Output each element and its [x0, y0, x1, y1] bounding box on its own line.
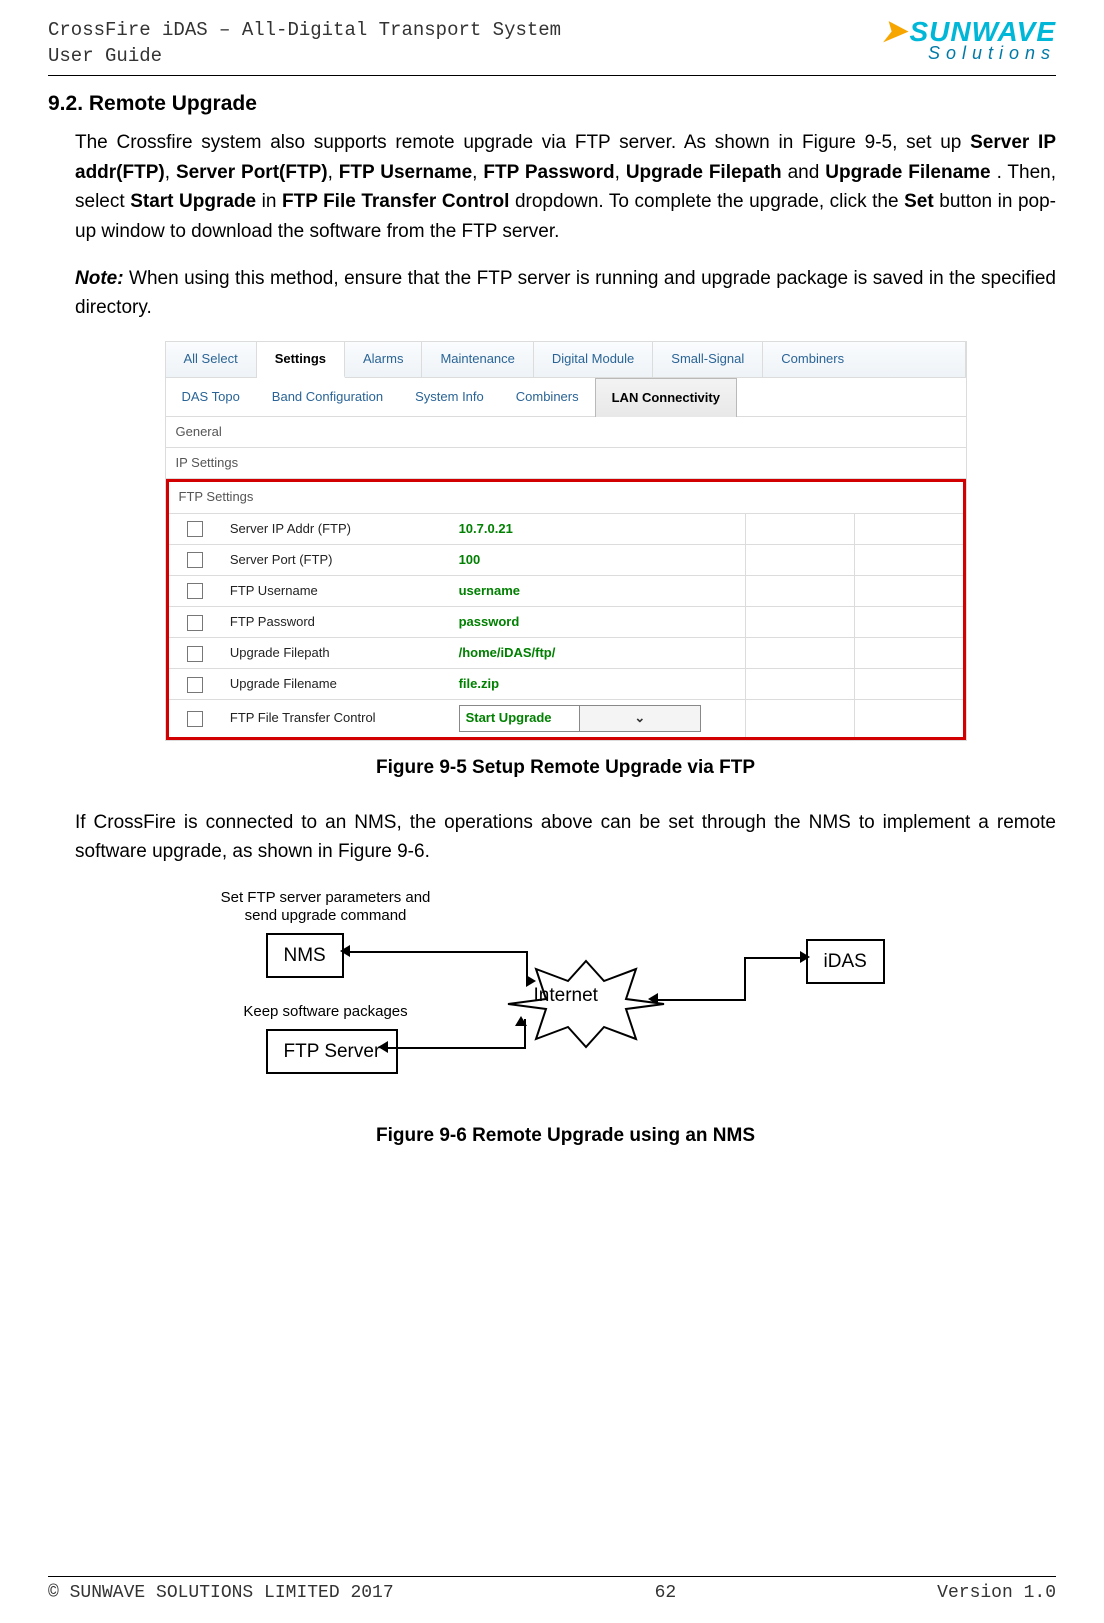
sub-tabs: DAS Topo Band Configuration System Info …	[166, 378, 966, 417]
tab-digital-module[interactable]: Digital Module	[534, 342, 653, 377]
arrowhead-icon	[378, 1041, 388, 1053]
checkbox-icon[interactable]	[187, 677, 203, 693]
figure-9-6-caption: Figure 9-6 Remote Upgrade using an NMS	[75, 1121, 1056, 1150]
value-server-port[interactable]: 100	[451, 544, 746, 575]
note-label: Note:	[75, 268, 124, 289]
doc-title-line2: User Guide	[48, 44, 561, 70]
doc-title: CrossFire iDAS – All-Digital Transport S…	[48, 18, 561, 69]
tab-combiners[interactable]: Combiners	[763, 342, 965, 377]
connector	[656, 999, 746, 1001]
arrowhead-icon	[648, 993, 658, 1005]
checkbox-icon[interactable]	[187, 583, 203, 599]
header-rule	[48, 75, 1056, 76]
label-ftp-top: Keep software packages	[226, 1003, 426, 1021]
tab-settings[interactable]: Settings	[257, 342, 345, 378]
value-upgrade-filename[interactable]: file.zip	[451, 669, 746, 700]
top-tabs: All Select Settings Alarms Maintenance D…	[166, 342, 966, 378]
label-server-port: Server Port (FTP)	[222, 544, 451, 575]
checkbox-icon[interactable]	[187, 711, 203, 727]
dropdown-value: Start Upgrade	[460, 706, 580, 730]
connector	[348, 951, 528, 953]
section-general[interactable]: General	[166, 417, 966, 448]
label-upgrade-filename: Upgrade Filename	[222, 669, 451, 700]
arrowhead-icon	[800, 951, 810, 963]
value-ftp-password[interactable]: password	[451, 607, 746, 638]
cloud-internet-label: Internet	[534, 985, 598, 1006]
subtab-band-config[interactable]: Band Configuration	[256, 378, 399, 416]
label-nms-top: Set FTP server parameters and send upgra…	[196, 889, 456, 925]
arrowhead-icon	[526, 975, 536, 987]
ftp-settings-table: Server IP Addr (FTP) 10.7.0.21 Server Po…	[169, 513, 963, 737]
subtab-combiners[interactable]: Combiners	[500, 378, 595, 416]
figure-9-5-caption: Figure 9-5 Setup Remote Upgrade via FTP	[75, 753, 1056, 782]
box-idas: iDAS	[806, 939, 885, 984]
value-upgrade-filepath[interactable]: /home/iDAS/ftp/	[451, 638, 746, 669]
row-upgrade-filepath: Upgrade Filepath /home/iDAS/ftp/	[169, 638, 963, 669]
footer-copyright: © SUNWAVE SOLUTIONS LIMITED 2017	[48, 1583, 394, 1603]
label-ftp-username: FTP Username	[222, 575, 451, 606]
footer-version: Version 1.0	[937, 1583, 1056, 1603]
label-server-ip: Server IP Addr (FTP)	[222, 513, 451, 544]
tab-alarms[interactable]: Alarms	[345, 342, 422, 377]
paragraph-nms: If CrossFire is connected to an NMS, the…	[75, 808, 1056, 867]
page-header: CrossFire iDAS – All-Digital Transport S…	[48, 18, 1056, 69]
dropdown-ftp-transfer-control[interactable]: Start Upgrade ⌄	[459, 705, 701, 731]
checkbox-icon[interactable]	[187, 521, 203, 537]
screenshot-ftp-settings: All Select Settings Alarms Maintenance D…	[165, 341, 967, 741]
paragraph-remote-upgrade: The Crossfire system also supports remot…	[75, 128, 1056, 246]
box-nms: NMS	[266, 933, 344, 978]
arrowhead-icon	[340, 945, 350, 957]
label-ftp-transfer-control: FTP File Transfer Control	[222, 700, 451, 737]
connector	[386, 1047, 526, 1049]
checkbox-icon[interactable]	[187, 552, 203, 568]
connector	[744, 957, 806, 959]
subtab-das-topo[interactable]: DAS Topo	[166, 378, 256, 416]
diagram-remote-upgrade-nms: Set FTP server parameters and send upgra…	[186, 889, 946, 1109]
logo-swoosh-icon: ➤	[881, 15, 907, 48]
tab-all-select[interactable]: All Select	[166, 342, 257, 377]
tab-maintenance[interactable]: Maintenance	[422, 342, 533, 377]
section-heading: 9.2. Remote Upgrade	[48, 92, 1056, 116]
doc-title-line1: CrossFire iDAS – All-Digital Transport S…	[48, 18, 561, 44]
value-server-ip[interactable]: 10.7.0.21	[451, 513, 746, 544]
note-paragraph: Note: When using this method, ensure tha…	[75, 264, 1056, 323]
row-ftp-password: FTP Password password	[169, 607, 963, 638]
row-upgrade-filename: Upgrade Filename file.zip	[169, 669, 963, 700]
page-footer: © SUNWAVE SOLUTIONS LIMITED 2017 62 Vers…	[48, 1576, 1056, 1603]
subtab-system-info[interactable]: System Info	[399, 378, 500, 416]
arrowhead-icon	[515, 1016, 527, 1026]
footer-page-number: 62	[655, 1583, 677, 1603]
tab-small-signal[interactable]: Small-Signal	[653, 342, 763, 377]
label-upgrade-filepath: Upgrade Filepath	[222, 638, 451, 669]
section-ftp-settings[interactable]: FTP Settings	[169, 482, 963, 512]
section-ip-settings[interactable]: IP Settings	[166, 448, 966, 479]
footer-rule	[48, 1576, 1056, 1577]
checkbox-icon[interactable]	[187, 615, 203, 631]
row-ftp-transfer-control: FTP File Transfer Control Start Upgrade …	[169, 700, 963, 737]
ftp-settings-block: FTP Settings Server IP Addr (FTP) 10.7.0…	[166, 479, 966, 739]
value-ftp-username[interactable]: username	[451, 575, 746, 606]
row-server-port: Server Port (FTP) 100	[169, 544, 963, 575]
checkbox-icon[interactable]	[187, 646, 203, 662]
label-ftp-password: FTP Password	[222, 607, 451, 638]
row-server-ip: Server IP Addr (FTP) 10.7.0.21	[169, 513, 963, 544]
logo: ➤SUNWAVE Solutions	[856, 18, 1056, 64]
connector	[744, 957, 746, 1001]
subtab-lan-connectivity[interactable]: LAN Connectivity	[595, 378, 737, 417]
note-text: When using this method, ensure that the …	[75, 268, 1056, 318]
row-ftp-username: FTP Username username	[169, 575, 963, 606]
chevron-down-icon: ⌄	[579, 706, 700, 730]
